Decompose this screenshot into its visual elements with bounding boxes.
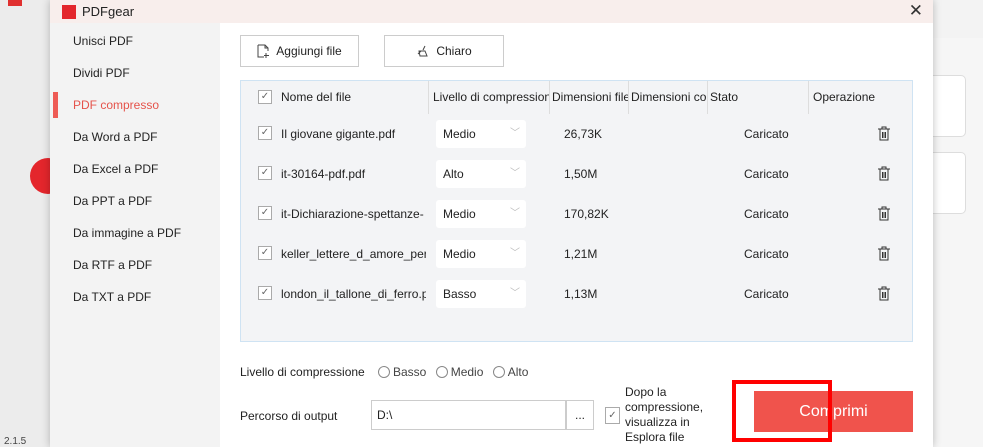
level-value: Medio xyxy=(443,207,476,221)
sidebar-item-txt[interactable]: Da TXT a PDF xyxy=(50,281,220,313)
row-checkbox[interactable]: ✓ xyxy=(258,286,272,300)
table-header: ✓ Nome del file Livello di compressione … xyxy=(241,81,912,114)
file-name: london_il_tallone_di_ferro.p xyxy=(281,287,426,301)
sidebar-item-unisci[interactable]: Unisci PDF xyxy=(50,25,220,57)
table-row: ✓ london_il_tallone_di_ferro.p Basso ﹀ 1,… xyxy=(241,274,912,314)
level-dropdown[interactable]: Medio ﹀ xyxy=(436,240,526,268)
add-file-button[interactable]: Aggiungi file xyxy=(240,35,359,67)
background-logo xyxy=(8,0,22,6)
background-version: 2.1.5 xyxy=(4,436,27,447)
radio-medio[interactable]: Medio xyxy=(435,365,483,379)
radio-basso[interactable]: Basso xyxy=(378,365,426,379)
compression-radio-group: Basso Medio Alto xyxy=(378,365,534,379)
background-app-sidebar xyxy=(0,0,50,447)
status: Caricato xyxy=(744,127,789,141)
table-row: ✓ Il giovane gigante.pdf Medio ﹀ 26,73K C… xyxy=(241,114,912,154)
trash-icon[interactable] xyxy=(878,126,890,141)
clear-button[interactable]: Chiaro xyxy=(384,35,504,67)
compression-level-label: Livello di compressione xyxy=(240,365,365,379)
file-size: 1,50M xyxy=(564,167,598,181)
trash-icon[interactable] xyxy=(878,286,890,301)
level-value: Medio xyxy=(443,247,476,261)
table-row: ✓ it-30164-pdf.pdf Alto ﹀ 1,50M Caricato xyxy=(241,154,912,194)
header-status[interactable]: Stato xyxy=(708,81,809,114)
close-button[interactable]: ✕ xyxy=(909,1,923,21)
broom-icon xyxy=(417,45,429,56)
header-name[interactable]: Nome del file xyxy=(277,81,429,114)
pdfgear-logo-icon xyxy=(62,4,76,19)
sidebar-item-rtf[interactable]: Da RTF a PDF xyxy=(50,249,220,281)
row-checkbox[interactable]: ✓ xyxy=(258,166,272,180)
row-checkbox[interactable]: ✓ xyxy=(258,246,272,260)
sidebar-item-word[interactable]: Da Word a PDF xyxy=(50,121,220,153)
file-name: Il giovane gigante.pdf xyxy=(281,127,396,141)
output-path-label: Percorso di output xyxy=(240,409,338,423)
header-compressed-size[interactable]: Dimensioni compresse xyxy=(629,81,708,114)
title-bar: PDFgear xyxy=(50,0,933,23)
level-dropdown[interactable]: Alto ﹀ xyxy=(436,160,526,188)
window-title: PDFgear xyxy=(82,4,135,19)
select-all-checkbox[interactable]: ✓ xyxy=(258,90,272,104)
sidebar-item-dividi[interactable]: Dividi PDF xyxy=(50,57,220,89)
file-name: it-30164-pdf.pdf xyxy=(281,167,366,181)
highlight-box xyxy=(732,380,832,442)
header-operation: Operazione xyxy=(813,90,876,104)
level-dropdown[interactable]: Medio ﹀ xyxy=(436,200,526,228)
chevron-down-icon: ﹀ xyxy=(510,168,520,179)
clear-label: Chiaro xyxy=(436,44,472,58)
sidebar-item-excel[interactable]: Da Excel a PDF xyxy=(50,153,220,185)
level-value: Basso xyxy=(443,287,477,301)
chevron-down-icon: ﹀ xyxy=(510,208,520,219)
status: Caricato xyxy=(744,247,789,261)
output-path-input[interactable]: D:\ xyxy=(371,400,566,430)
status: Caricato xyxy=(744,287,789,301)
chevron-down-icon: ﹀ xyxy=(510,248,520,259)
sidebar-item-immagine[interactable]: Da immagine a PDF xyxy=(50,217,220,249)
file-name: keller_lettere_d_amore_perd xyxy=(281,247,426,261)
file-size: 1,13M xyxy=(564,287,598,301)
level-value: Medio xyxy=(443,127,476,141)
table-row: ✓ keller_lettere_d_amore_perd Medio ﹀ 1,2… xyxy=(241,234,912,274)
radio-alto[interactable]: Alto xyxy=(492,365,528,379)
header-size[interactable]: Dimensioni file xyxy=(550,81,629,114)
open-after-checkbox[interactable]: ✓ xyxy=(605,407,620,424)
status: Caricato xyxy=(744,207,789,221)
chevron-down-icon: ﹀ xyxy=(510,288,520,299)
file-size: 26,73K xyxy=(564,127,603,141)
row-checkbox[interactable]: ✓ xyxy=(258,206,272,220)
status: Caricato xyxy=(744,167,789,181)
trash-icon[interactable] xyxy=(878,206,890,221)
table-row: ✓ it-Dichiarazione-spettanze- Medio ﹀ 170… xyxy=(241,194,912,234)
trash-icon[interactable] xyxy=(878,166,890,181)
sidebar: Unisci PDF Dividi PDF PDF compresso Da W… xyxy=(50,23,220,447)
sidebar-item-pdf-compresso[interactable]: PDF compresso xyxy=(50,89,220,121)
sidebar-item-ppt[interactable]: Da PPT a PDF xyxy=(50,185,220,217)
open-after-label: Dopo la compressione, visualizza in Espl… xyxy=(625,385,704,444)
level-dropdown[interactable]: Basso ﹀ xyxy=(436,280,526,308)
file-size: 1,21M xyxy=(564,247,598,261)
level-dropdown[interactable]: Medio ﹀ xyxy=(436,120,526,148)
row-checkbox[interactable]: ✓ xyxy=(258,126,272,140)
file-add-icon xyxy=(257,44,270,58)
add-file-label: Aggiungi file xyxy=(276,44,342,58)
chevron-down-icon: ﹀ xyxy=(510,128,520,139)
browse-button[interactable]: ... xyxy=(566,400,594,430)
file-size: 170,82K xyxy=(564,207,609,221)
file-name: it-Dichiarazione-spettanze- xyxy=(281,207,424,221)
header-level[interactable]: Livello di compressione xyxy=(429,81,550,114)
file-table: ✓ Nome del file Livello di compressione … xyxy=(240,80,913,342)
trash-icon[interactable] xyxy=(878,246,890,261)
level-value: Alto xyxy=(443,167,464,181)
